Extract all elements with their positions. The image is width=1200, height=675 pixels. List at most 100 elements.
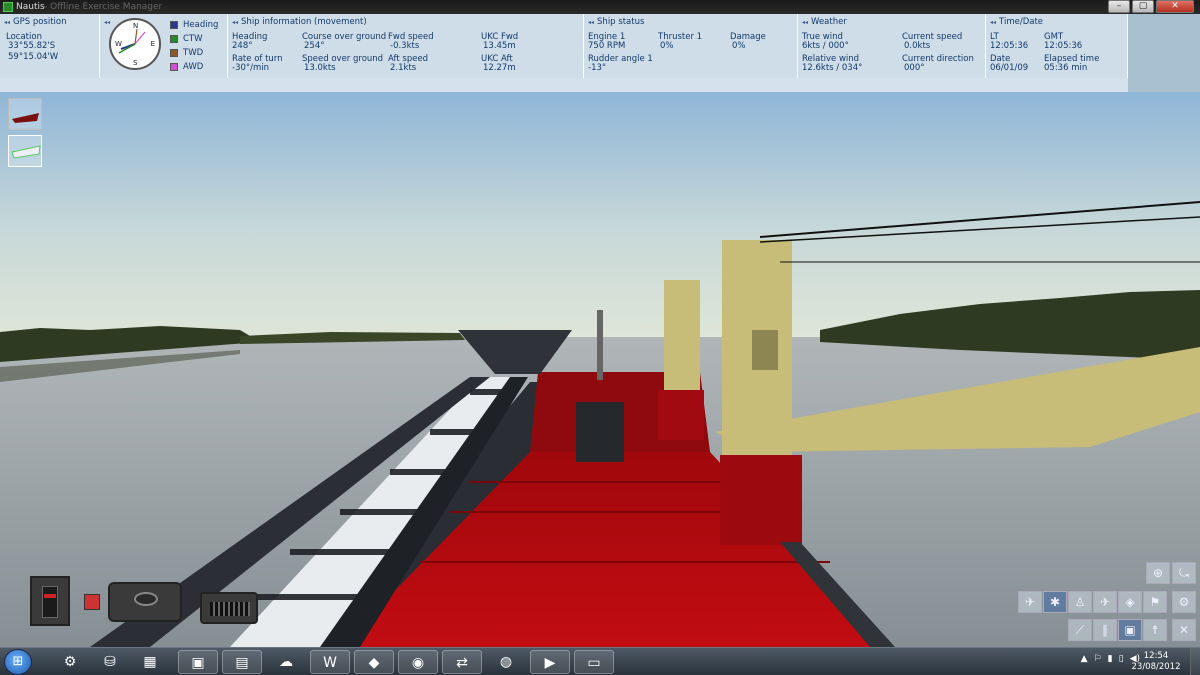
legend-ctw: CTW <box>183 34 203 44</box>
tool-button-4[interactable]: ✱ <box>1043 591 1067 613</box>
view-thumbnail-selected[interactable] <box>8 135 42 167</box>
rate-of-turn-value: -30°/min <box>232 63 270 73</box>
collapse-icon[interactable]: ◂◂ <box>4 19 10 26</box>
relative-wind-value: 12.6kts / 034° <box>802 63 863 73</box>
lt-value: 12:05:36 <box>990 41 1029 51</box>
current-direction-value: 000° <box>904 63 925 73</box>
collapse-icon[interactable]: ◂◂ <box>802 19 808 26</box>
collapse-icon[interactable]: ◂◂ <box>990 19 996 26</box>
heading-value: 248° <box>232 41 253 51</box>
true-wind-value: 6kts / 000° <box>802 41 849 51</box>
gps-heading: GPS position <box>13 17 67 27</box>
tool-button-10[interactable]: ⟋ <box>1068 619 1092 641</box>
thruster-control[interactable] <box>200 592 258 624</box>
ship-3d-view[interactable]: ⊕ ⤿ ✈ ✱ ♙ ✈ ◈ ⚑ ⚙ ⟋ ∥ ▣ ☨ ✕ <box>0 92 1200 647</box>
compass-panel[interactable]: ◂◂ NS EW Heading CTW TWD AWD <box>100 14 228 78</box>
movement-panel[interactable]: ◂◂ Ship information (movement) Heading 24… <box>228 14 584 78</box>
alarm-indicator <box>84 594 100 610</box>
thruster-value: 0% <box>660 41 674 51</box>
nautis-play-icon[interactable]: ▶ <box>530 650 570 674</box>
app-icon-4[interactable]: ▣ <box>178 650 218 674</box>
app-icon <box>3 2 13 12</box>
app-icon-10[interactable]: ⇄ <box>442 650 482 674</box>
collapse-icon[interactable]: ◂◂ <box>104 19 110 26</box>
calculator-icon[interactable]: ▦ <box>130 650 170 674</box>
engine-telegraph-control[interactable] <box>30 576 70 626</box>
legend-awd: AWD <box>183 62 204 72</box>
damage-value: 0% <box>732 41 746 51</box>
control-panel-icon[interactable]: ⚙ <box>50 650 90 674</box>
window-title: Nautis <box>16 2 45 12</box>
status-heading: Ship status <box>597 17 645 27</box>
legend-heading: Heading <box>183 20 219 30</box>
tray-icon-2[interactable]: ⚐ <box>1094 654 1102 664</box>
collapse-icon[interactable]: ◂◂ <box>232 19 238 26</box>
tool-button-1[interactable]: ⊕ <box>1146 562 1170 584</box>
cog-value: 254° <box>304 41 325 51</box>
time-heading: Time/Date <box>999 17 1044 27</box>
firefox-icon[interactable]: ◉ <box>398 650 438 674</box>
tool-button-3[interactable]: ✈ <box>1018 591 1042 613</box>
ctw-swatch <box>170 35 178 43</box>
rudder-angle-value: -13° <box>588 63 607 73</box>
ship-info-hud: ◂◂ GPS position Location 33°55.82'S 59°15… <box>0 14 1128 92</box>
weather-panel[interactable]: ◂◂ Weather True wind 6kts / 000° Current … <box>798 14 986 78</box>
tray-icon-1[interactable]: ▲ <box>1081 654 1088 664</box>
gmt-value: 12:05:36 <box>1044 41 1083 51</box>
window-subtitle: - Offline Exercise Manager <box>44 2 163 12</box>
minimize-button[interactable]: – <box>1108 0 1130 13</box>
taskbar-clock[interactable]: 12:54 23/08/2012 <box>1126 651 1186 673</box>
compass-rose-icon: NS EW <box>109 18 161 70</box>
tool-button-14[interactable]: ✕ <box>1172 619 1196 641</box>
engine-value: 750 RPM <box>588 41 626 51</box>
date-value: 06/01/09 <box>990 63 1029 73</box>
thunderbird-icon[interactable]: ◍ <box>486 650 526 674</box>
tool-button-2[interactable]: ⤿ <box>1172 562 1196 584</box>
app-icon-13[interactable]: ▭ <box>574 650 614 674</box>
view-thumbnail-ship[interactable] <box>8 98 42 130</box>
aft-speed-value: 2.1kts <box>390 63 417 73</box>
longitude-value: 59°15.04'W <box>8 52 59 62</box>
app-icon-8[interactable]: ◆ <box>354 650 394 674</box>
clock-date: 23/08/2012 <box>1131 662 1181 672</box>
tool-button-11[interactable]: ∥ <box>1093 619 1117 641</box>
gps-panel[interactable]: ◂◂ GPS position Location 33°55.82'S 59°15… <box>0 14 100 78</box>
tool-button-8[interactable]: ⚑ <box>1143 591 1167 613</box>
weather-heading: Weather <box>811 17 847 27</box>
start-button[interactable]: ⊞ <box>4 649 32 675</box>
tray-icon-3[interactable]: ▮ <box>1108 654 1113 664</box>
sog-value: 13.0kts <box>304 63 336 73</box>
rudder-control[interactable] <box>108 582 182 622</box>
movement-heading: Ship information (movement) <box>241 17 367 27</box>
close-button[interactable]: ✕ <box>1156 0 1194 13</box>
tray-icon-4[interactable]: ▯ <box>1119 654 1124 664</box>
tool-button-12[interactable]: ▣ <box>1118 619 1142 641</box>
elapsed-time-value: 05:36 min <box>1044 63 1088 73</box>
word-icon[interactable]: W <box>310 650 350 674</box>
twd-swatch <box>170 49 178 57</box>
awd-swatch <box>170 63 178 71</box>
weather-icon[interactable]: ☁ <box>266 650 306 674</box>
fwd-speed-value: -0.3kts <box>390 41 420 51</box>
tool-button-5[interactable]: ♙ <box>1068 591 1092 613</box>
current-speed-value: 0.0kts <box>904 41 931 51</box>
clock-time: 12:54 <box>1143 651 1169 661</box>
tool-button-9[interactable]: ⚙ <box>1172 591 1196 613</box>
latitude-value: 33°55.82'S <box>8 41 56 51</box>
taskbar: ⊞ ⚙ ⛁ ▦ ▣ ▤ ☁ W ◆ ◉ ⇄ ◍ ▶ ▭ ▲ ⚐ ▮ ▯ ◀) 12:54 23/08/2012 <box>0 647 1200 675</box>
app-icon-2[interactable]: ⛁ <box>90 650 130 674</box>
heading-swatch <box>170 21 178 29</box>
ship-status-panel[interactable]: ◂◂ Ship status Engine 1 750 RPM Thruster … <box>584 14 798 78</box>
ukc-aft-value: 12.27m <box>483 63 516 73</box>
legend-twd: TWD <box>183 48 204 58</box>
ukc-fwd-value: 13.45m <box>483 41 516 51</box>
maximize-button[interactable]: ▢ <box>1132 0 1154 13</box>
tool-button-7[interactable]: ◈ <box>1118 591 1142 613</box>
explorer-icon[interactable]: ▤ <box>222 650 262 674</box>
scene-render <box>0 92 1200 647</box>
show-desktop-button[interactable] <box>1190 648 1200 675</box>
collapse-icon[interactable]: ◂◂ <box>588 19 594 26</box>
tool-button-6[interactable]: ✈ <box>1093 591 1117 613</box>
tool-button-13[interactable]: ☨ <box>1143 619 1167 641</box>
time-date-panel[interactable]: ◂◂ Time/Date LT 12:05:36 GMT 12:05:36 Dat… <box>986 14 1128 78</box>
